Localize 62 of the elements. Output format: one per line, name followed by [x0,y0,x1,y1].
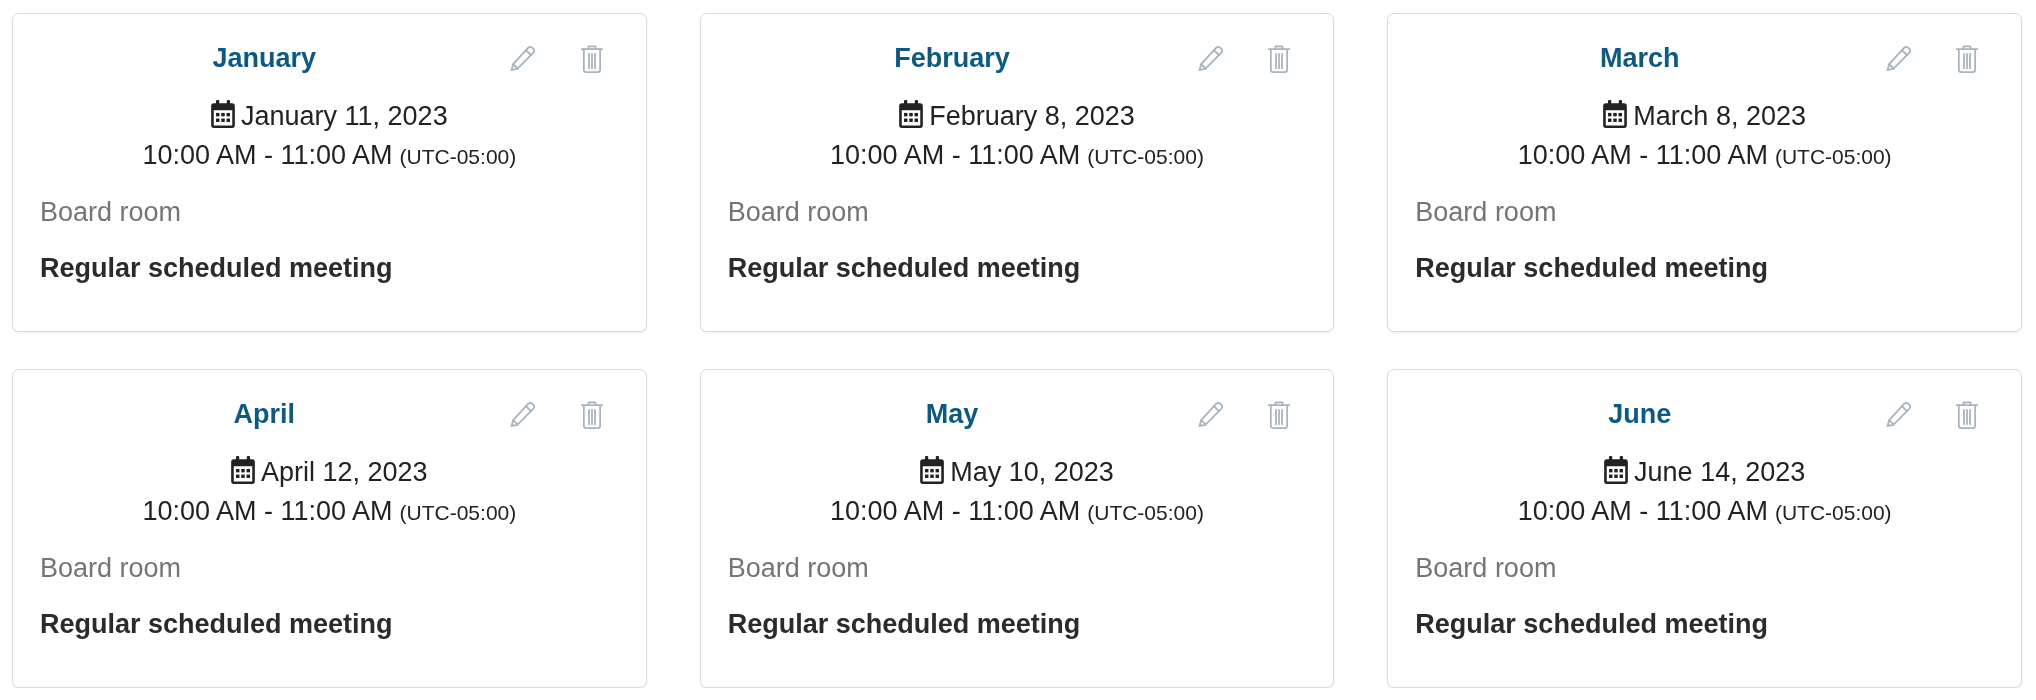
event-description: Regular scheduled meeting [40,608,394,641]
event-title: March [1598,42,1681,75]
event-date: January 11, 2023 [241,101,448,131]
trash-icon [1955,400,1979,429]
trash-icon [579,400,604,429]
trash-icon [1267,400,1292,429]
pencil-icon [509,45,537,72]
event-timezone: (UTC-05:00) [1774,145,1892,168]
event-date: April 12, 2023 [261,457,428,487]
event-timezone: (UTC-05:00) [1774,501,1892,524]
pencil-icon [1884,45,1912,72]
event-title: January [211,42,318,75]
delete-button[interactable] [1953,44,1981,73]
edit-button[interactable] [508,44,537,73]
event-description: Regular scheduled meeting [1415,252,1769,285]
edit-button[interactable] [1196,44,1225,73]
event-title: February [893,42,1011,75]
event-location: Board room [1415,552,1558,585]
calendar-icon [1603,100,1628,128]
event-date: June 14, 2023 [1634,457,1806,487]
calendar-icon [231,456,255,484]
event-description: Regular scheduled meeting [1415,608,1769,641]
trash-icon [1955,44,1979,73]
pencil-icon [1884,401,1912,428]
edit-button[interactable] [508,400,537,429]
event-description: Regular scheduled meeting [727,608,1082,641]
event-location: Board room [40,196,183,229]
event-date: February 8, 2023 [929,101,1135,131]
event-timezone: (UTC-05:00) [1087,145,1204,168]
event-time: 10:00 AM - 11:00 AM [830,496,1081,526]
event-location: Board room [727,552,870,585]
calendar-icon [899,100,924,128]
event-timezone: (UTC-05:00) [399,145,517,168]
calendar-icon [211,100,235,128]
edit-button[interactable] [1884,400,1912,429]
edit-button[interactable] [1884,44,1912,73]
pencil-icon [509,401,537,428]
event-time: 10:00 AM - 11:00 AM [830,140,1081,170]
event-timezone: (UTC-05:00) [1087,501,1204,524]
event-date: March 8, 2023 [1633,101,1806,131]
event-description: Regular scheduled meeting [727,252,1082,285]
event-title: April [232,398,297,431]
pencil-icon [1196,401,1224,428]
pencil-icon [1196,45,1224,72]
calendar-icon [920,456,945,484]
trash-icon [1267,44,1292,73]
calendar-icon [1604,456,1629,484]
delete-button[interactable] [1953,400,1981,429]
edit-button[interactable] [1196,400,1225,429]
event-location: Board room [40,552,183,585]
event-time: 10:00 AM - 11:00 AM [1517,140,1768,170]
event-timezone: (UTC-05:00) [399,501,517,524]
event-title: May [924,398,980,431]
event-location: Board room [1415,196,1558,229]
event-time: 10:00 AM - 11:00 AM [142,496,393,526]
event-description: Regular scheduled meeting [40,252,394,285]
event-date: May 10, 2023 [950,457,1114,487]
event-title: June [1607,398,1673,431]
event-time: 10:00 AM - 11:00 AM [1517,496,1768,526]
event-time: 10:00 AM - 11:00 AM [142,140,393,170]
event-location: Board room [727,196,870,229]
trash-icon [579,44,604,73]
